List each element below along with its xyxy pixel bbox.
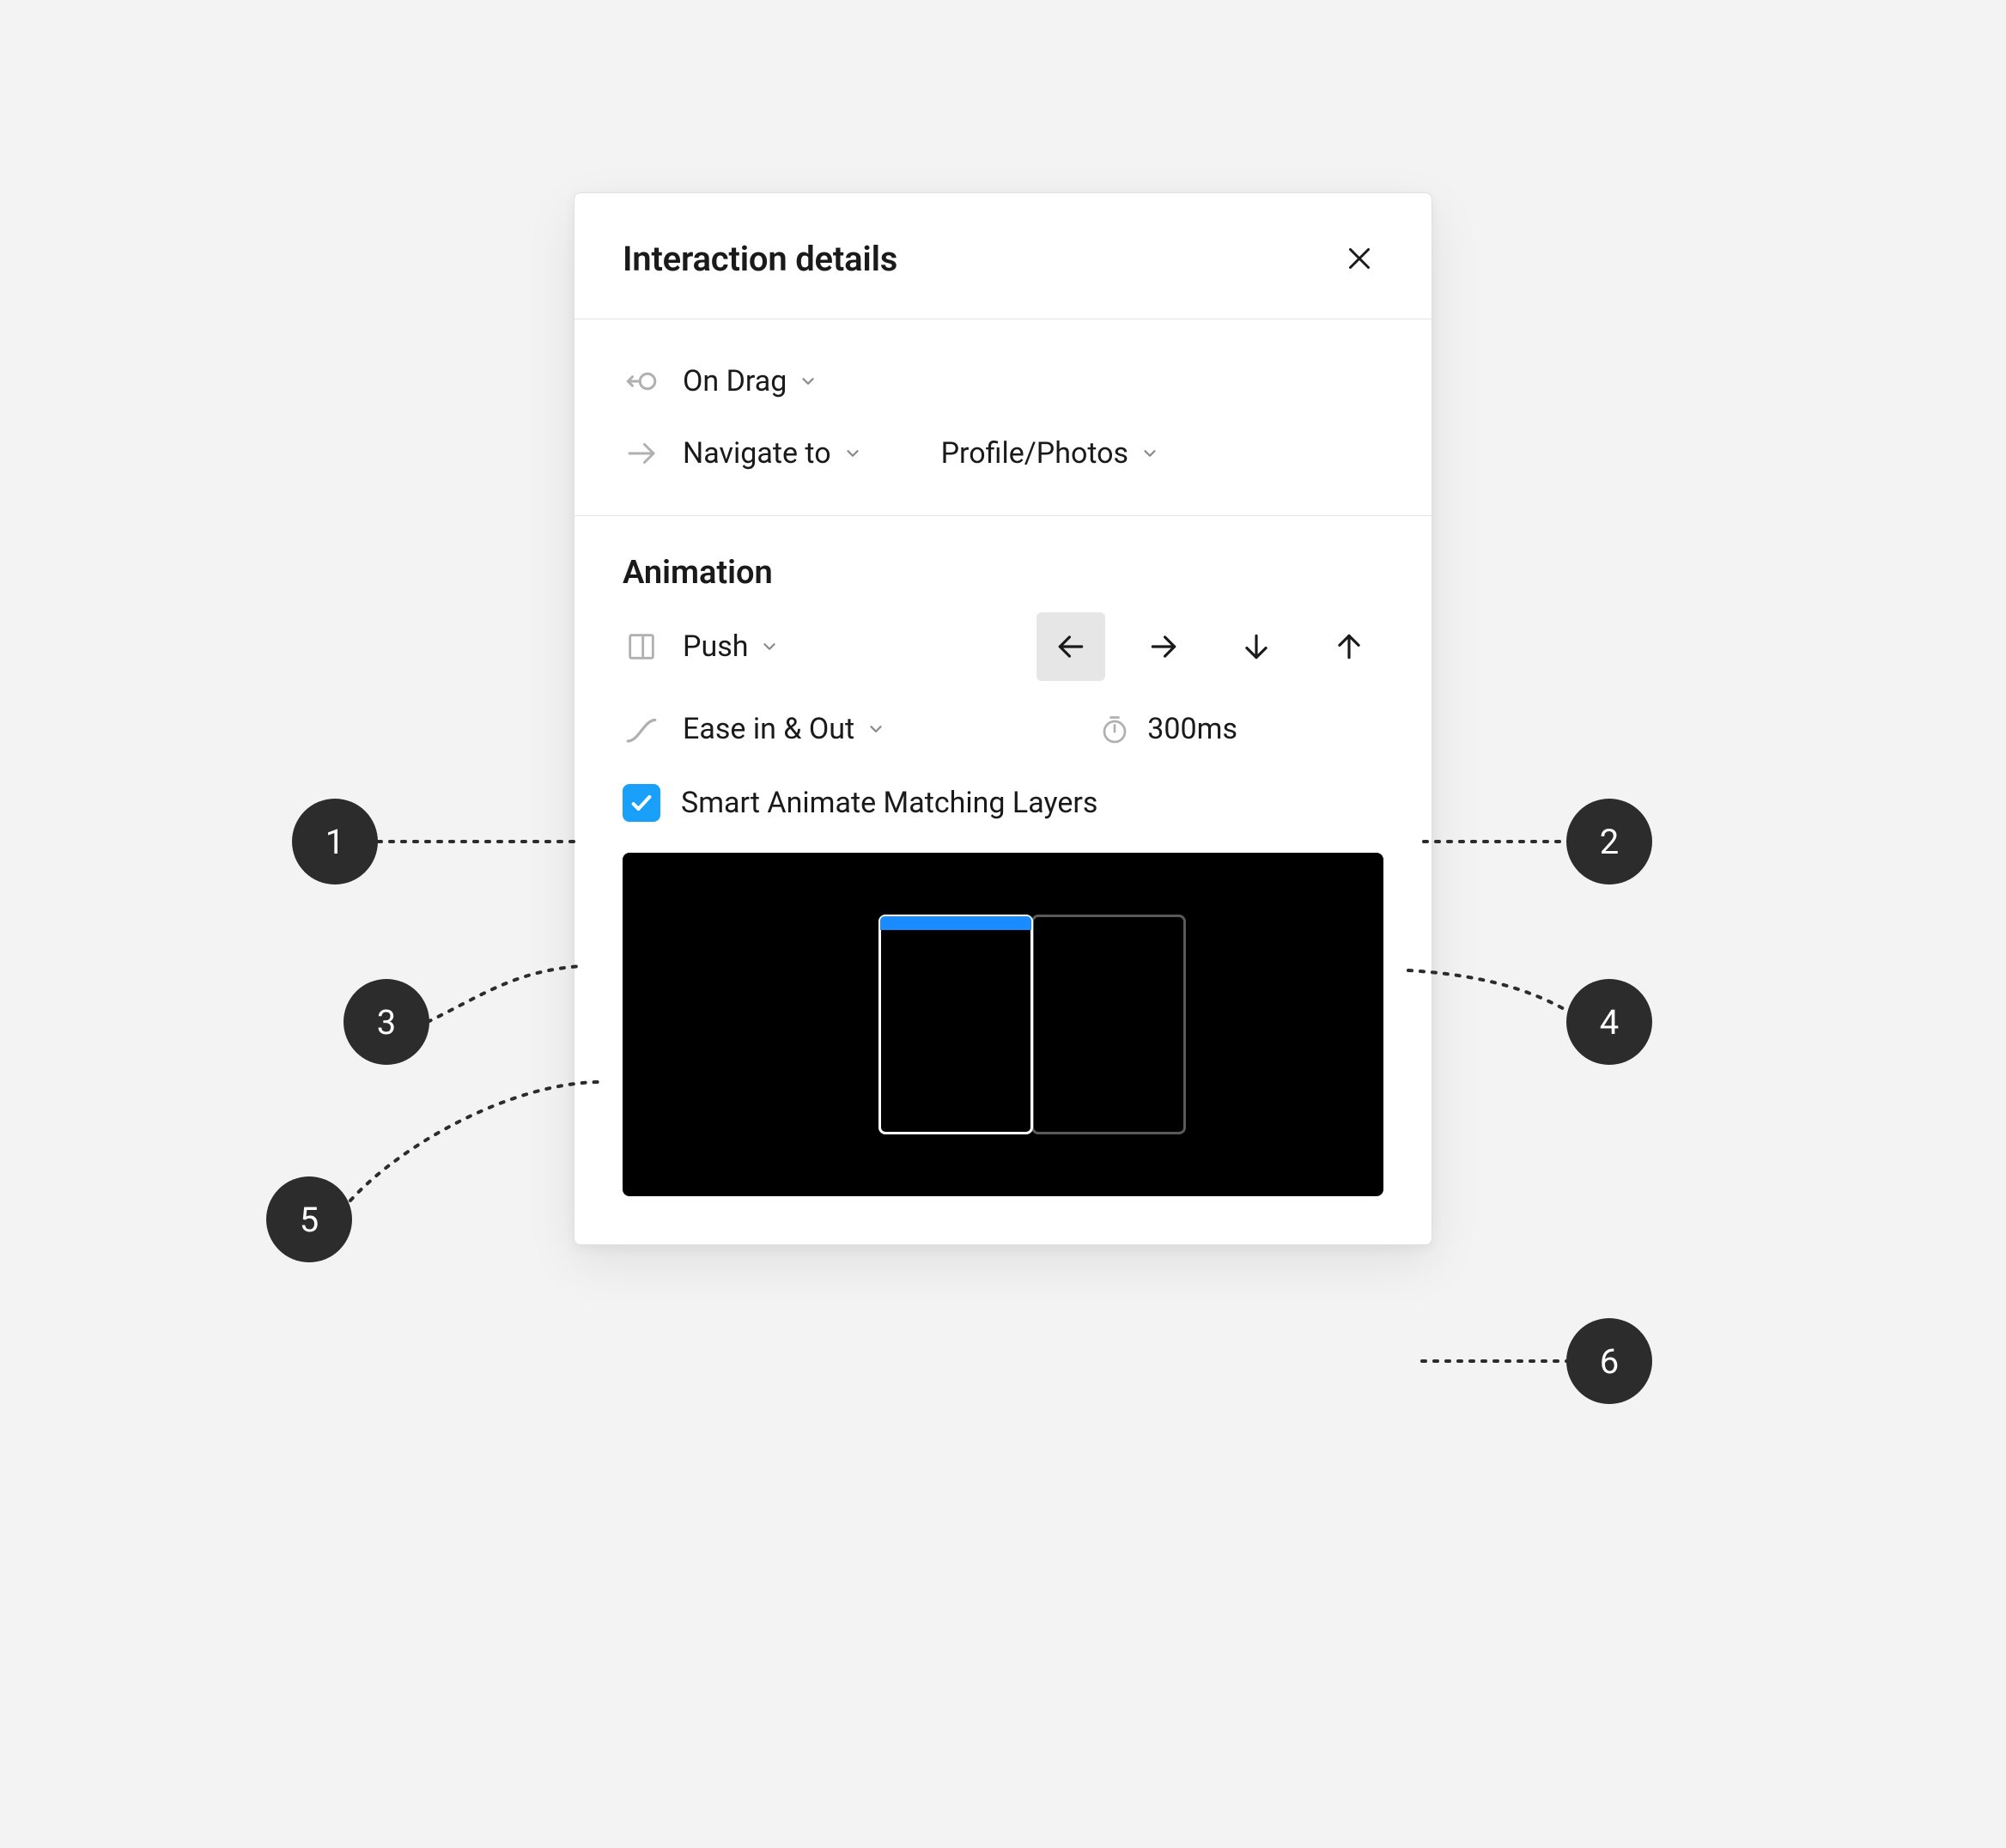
duration-value: 300ms — [1147, 712, 1237, 746]
close-button[interactable] — [1335, 234, 1383, 283]
stage: 1 2 3 4 5 6 Interaction details — [0, 0, 2006, 1848]
callout-3: 3 — [343, 979, 429, 1065]
callout-1: 1 — [292, 799, 378, 884]
easing-label: Ease in & Out — [683, 712, 854, 746]
destination-label: Profile/Photos — [941, 436, 1129, 471]
push-icon — [623, 628, 660, 666]
action-type-label: Navigate to — [683, 436, 831, 471]
direction-up-button[interactable] — [1315, 612, 1383, 681]
action-type-dropdown[interactable]: Navigate to — [683, 436, 862, 471]
easing-row: Ease in & Out 300ms — [623, 698, 1383, 760]
arrow-right-icon — [1147, 630, 1180, 663]
smart-animate-checkbox[interactable]: Smart Animate Matching Layers — [623, 784, 1383, 822]
chevron-down-icon — [760, 637, 779, 656]
transition-row: Push — [623, 616, 1383, 678]
direction-right-button[interactable] — [1129, 612, 1198, 681]
close-icon — [1344, 243, 1375, 274]
trigger-dropdown[interactable]: On Drag — [683, 364, 818, 398]
panel-title: Interaction details — [623, 239, 897, 279]
callout-4: 4 — [1566, 979, 1652, 1065]
animation-section-title: Animation — [623, 554, 1383, 592]
animation-preview[interactable] — [623, 853, 1383, 1196]
easing-icon — [623, 710, 660, 748]
chevron-down-icon — [1140, 444, 1159, 463]
destination-dropdown[interactable]: Profile/Photos — [941, 436, 1160, 471]
arrow-up-icon — [1333, 630, 1365, 663]
interaction-details-panel: Interaction details On Drag — [574, 192, 1432, 1245]
trigger-action-section: On Drag Navigate to Profile/Phot — [574, 319, 1432, 515]
direction-down-button[interactable] — [1222, 612, 1291, 681]
navigate-icon — [623, 435, 660, 472]
trigger-label: On Drag — [683, 364, 787, 398]
action-row: Navigate to Profile/Photos — [623, 422, 1383, 484]
callout-4-label: 4 — [1600, 1002, 1619, 1043]
arrow-down-icon — [1240, 630, 1273, 663]
arrow-left-icon — [1055, 630, 1087, 663]
checkbox-checked-icon — [623, 784, 660, 822]
direction-group — [1036, 612, 1383, 681]
callout-2: 2 — [1566, 799, 1652, 884]
duration-field[interactable]: 300ms — [1099, 712, 1237, 746]
preview-frame-topbar — [880, 916, 1031, 930]
smart-animate-label: Smart Animate Matching Layers — [681, 786, 1097, 820]
chevron-down-icon — [866, 720, 885, 739]
callout-6-label: 6 — [1600, 1341, 1619, 1382]
stopwatch-icon — [1099, 714, 1130, 745]
callout-2-label: 2 — [1600, 822, 1619, 862]
callout-6: 6 — [1566, 1318, 1652, 1404]
callout-3-label: 3 — [377, 1002, 396, 1043]
transition-dropdown[interactable]: Push — [683, 629, 779, 664]
drag-icon — [623, 362, 660, 400]
direction-left-button[interactable] — [1036, 612, 1105, 681]
preview-frame-front — [878, 915, 1033, 1134]
callout-5-label: 5 — [300, 1200, 319, 1240]
callout-1-label: 1 — [325, 822, 344, 862]
callout-5: 5 — [266, 1176, 352, 1262]
panel-header: Interaction details — [574, 193, 1432, 319]
chevron-down-icon — [843, 444, 862, 463]
preview-frame-back — [1031, 915, 1186, 1134]
transition-label: Push — [683, 629, 748, 664]
chevron-down-icon — [799, 372, 818, 391]
trigger-row: On Drag — [623, 350, 1383, 412]
animation-section: Animation Push — [574, 516, 1432, 1244]
easing-dropdown[interactable]: Ease in & Out — [683, 712, 885, 746]
